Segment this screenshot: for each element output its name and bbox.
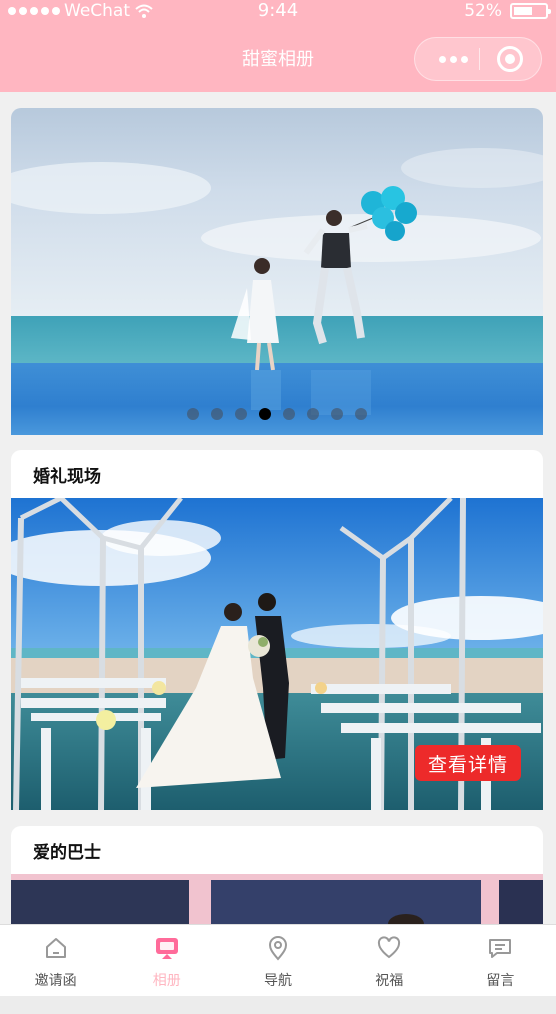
tab-label: 导航 [264, 973, 292, 989]
carousel-dot[interactable] [235, 408, 247, 420]
heart-icon [378, 936, 401, 959]
love-bus-image [11, 874, 543, 924]
section-card-bus: 爱的巴士 [11, 826, 543, 924]
tab-label: 邀请函 [34, 973, 77, 989]
battery-percent: 52% [464, 1, 502, 21]
tab-invitation[interactable]: 邀请函 [0, 925, 111, 996]
main-scroll[interactable]: 婚礼现场 查看详情 爱的巴士 [0, 92, 556, 924]
status-bar: WeChat 9:44 52% [0, 0, 556, 22]
capsule-divider [479, 48, 480, 70]
carousel-dot[interactable] [355, 408, 367, 420]
carousel-dot-active[interactable] [259, 408, 271, 420]
nav-bar: 甜蜜相册 [0, 22, 556, 92]
menu-capsule [414, 37, 542, 81]
tab-blessing[interactable]: 祝福 [334, 925, 445, 996]
view-details-button[interactable]: 查看详情 [415, 745, 521, 781]
close-miniprogram-button[interactable] [497, 46, 523, 72]
tab-bar: 邀请函 相册 导航 祝福 留言 [0, 924, 556, 996]
carousel-dot[interactable] [331, 408, 343, 420]
album-icon [155, 938, 178, 959]
tab-album[interactable]: 相册 [111, 925, 222, 996]
wedding-scene-photo[interactable]: 查看详情 [11, 498, 543, 810]
tab-label: 留言 [486, 973, 515, 989]
tab-label: 相册 [152, 973, 181, 989]
love-bus-photo[interactable] [11, 874, 543, 924]
carousel-dot[interactable] [283, 408, 295, 420]
section-card-wedding: 婚礼现场 查看详情 [11, 450, 543, 810]
tab-messages[interactable]: 留言 [445, 925, 556, 996]
carousel-dot[interactable] [211, 408, 223, 420]
home-icon [45, 938, 66, 958]
couple-photo [231, 186, 417, 415]
battery-icon [510, 3, 551, 19]
message-icon [489, 939, 512, 958]
more-menu-button[interactable] [431, 38, 475, 80]
section-title: 婚礼现场 [11, 450, 543, 498]
location-pin-icon [268, 936, 288, 961]
carousel-indicators [11, 408, 543, 420]
bottom-safe-area [0, 996, 556, 1014]
carousel-dot[interactable] [187, 408, 199, 420]
tab-navigation[interactable]: 导航 [222, 925, 333, 996]
tab-label: 祝福 [375, 973, 404, 989]
photo-carousel[interactable] [11, 108, 543, 435]
section-title: 爱的巴士 [11, 826, 543, 874]
battery-group: 52% [464, 1, 551, 21]
carousel-dot[interactable] [307, 408, 319, 420]
